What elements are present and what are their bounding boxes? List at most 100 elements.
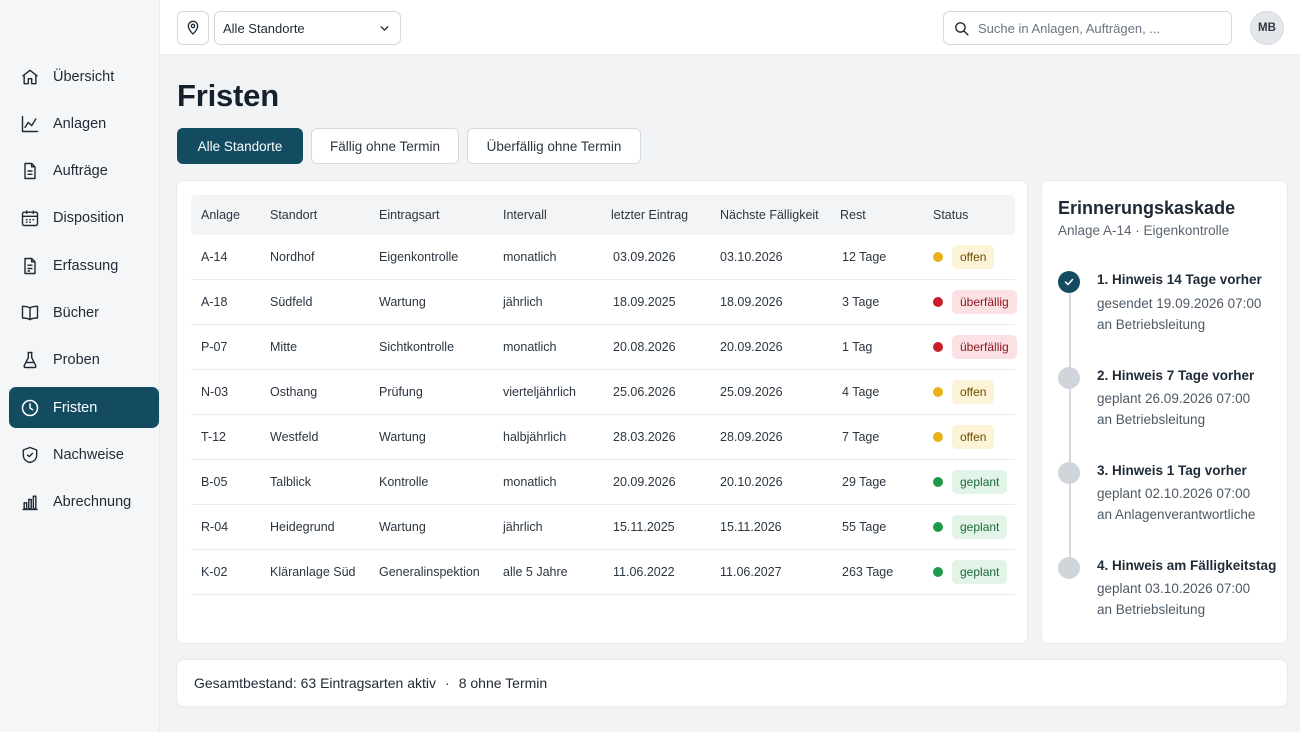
status-dot: [933, 432, 943, 442]
page-title: Fristen: [177, 78, 279, 113]
cell-rest: 7 Tage: [842, 430, 880, 444]
cell-anlage: R-04: [201, 520, 229, 534]
avatar[interactable]: MB: [1250, 11, 1284, 45]
sidebar-item-label: Aufträge: [53, 163, 108, 180]
sidebar-item-buecher[interactable]: Bücher: [9, 292, 159, 333]
sidebar-item-label: Anlagen: [53, 115, 107, 132]
sidebar-item-auftraege[interactable]: Aufträge: [9, 151, 159, 192]
column-header-standort[interactable]: Standort: [270, 195, 317, 235]
document-icon: [24, 162, 36, 180]
cell-intervall: monatlich: [503, 340, 557, 354]
panel-subtitle: Anlage A-14 · Eigenkontrolle: [1058, 223, 1230, 238]
cell-rest: 55 Tage: [842, 520, 887, 534]
status-label: offen: [952, 425, 995, 449]
location-select-value: Alle Standorte: [223, 20, 305, 36]
summary-footer: Gesamtbestand: 63 Eintragsarten aktiv · …: [176, 659, 1288, 707]
table-row[interactable]: A-18 Südfeld Wartung jährlich 18.09.2025…: [191, 280, 1017, 325]
tab-faellig-ohne-termin[interactable]: Fällig ohne Termin: [311, 128, 459, 164]
status-label: offen: [952, 380, 995, 404]
cell-intervall: vierteljährlich: [503, 385, 576, 399]
flask-icon: [23, 352, 37, 369]
cell-eintragsart: Prüfung: [379, 385, 423, 399]
cell-anlage: P-07: [201, 340, 228, 354]
step-title: 4. Hinweis am Fälligkeitstag: [1097, 558, 1277, 573]
sidebar-item-label: Übersicht: [53, 68, 115, 85]
cell-eintragsart: Wartung: [379, 295, 426, 309]
cell-letzter-eintrag: 11.06.2022: [613, 565, 675, 579]
sidebar-item-label: Abrechnung: [53, 494, 132, 511]
step-pending-marker: [1058, 367, 1080, 389]
column-header-intervall[interactable]: Intervall: [503, 195, 547, 235]
location-select[interactable]: Alle Standorte: [214, 11, 401, 45]
table-row[interactable]: B-05 Talblick Kontrolle monatlich 20.09.…: [191, 460, 1015, 505]
cell-intervall: monatlich: [503, 250, 557, 264]
chevron-down-icon: [380, 26, 389, 31]
cell-standort: Kläranlage Süd: [270, 565, 356, 579]
column-header-status[interactable]: Status: [933, 195, 968, 235]
step-pending-marker: [1058, 557, 1080, 579]
location-button[interactable]: [177, 11, 209, 45]
table-row[interactable]: A-14 Nordhof Eigenkontrolle monatlich 03…: [191, 235, 1015, 280]
cell-letzter-eintrag: 20.09.2026: [613, 475, 676, 489]
column-header-rest[interactable]: Rest: [840, 195, 866, 235]
step-detail: gesendet 19.09.2026 07:00: [1097, 296, 1262, 311]
cell-intervall: alle 5 Jahre: [503, 565, 568, 579]
step-title: 3. Hinweis 1 Tag vorher: [1097, 463, 1247, 478]
reminder-cascade-panel: Erinnerungskaskade Anlage A-14 · Eigenko…: [1041, 180, 1288, 644]
cell-naechste-faelligkeit: 25.09.2026: [720, 385, 783, 399]
status-label: geplant: [952, 515, 1008, 539]
tab-label: Fällig ohne Termin: [329, 138, 441, 154]
table-row[interactable]: K-02 Kläranlage Süd Generalinspektion al…: [191, 550, 1015, 595]
cell-eintragsart: Eigenkontrolle: [379, 250, 459, 264]
sidebar-item-erfassung[interactable]: Erfassung: [9, 245, 159, 286]
table-row[interactable]: P-07 Mitte Sichtkontrolle monatlich 20.0…: [191, 325, 1017, 370]
panel-title: Erinnerungskaskade: [1058, 198, 1236, 218]
cell-standort: Westfeld: [270, 430, 319, 444]
step-done-marker: [1058, 271, 1080, 293]
tab-alle-standorte[interactable]: Alle Standorte: [177, 128, 303, 164]
document-edit-icon: [24, 257, 36, 274]
search-box[interactable]: [943, 11, 1232, 45]
sidebar-nav: Übersicht Anlagen Aufträge Disposition E…: [9, 56, 159, 529]
cell-rest: 29 Tage: [842, 475, 887, 489]
status-dot: [933, 567, 943, 577]
status-dot: [933, 522, 943, 532]
sidebar-item-anlagen[interactable]: Anlagen: [9, 103, 159, 144]
sidebar-item-uebersicht[interactable]: Übersicht: [9, 56, 159, 97]
table-row[interactable]: R-04 Heidegrund Wartung jährlich 15.11.2…: [191, 505, 1015, 550]
column-header-anlage[interactable]: Anlage: [201, 195, 240, 235]
column-header-letzter-eintrag[interactable]: letzter Eintrag: [611, 195, 688, 235]
sidebar-item-nachweise[interactable]: Nachweise: [9, 434, 159, 475]
column-header-naechste-faelligkeit[interactable]: Nächste Fälligkeit: [720, 195, 819, 235]
status-badge: geplant: [933, 515, 1016, 539]
table-row[interactable]: T-12 Westfeld Wartung halbjährlich 28.03…: [191, 415, 1015, 460]
sidebar-item-proben[interactable]: Proben: [9, 340, 159, 381]
cell-rest: 1 Tag: [842, 340, 873, 354]
step-detail: geplant 03.10.2026 07:00: [1097, 581, 1251, 596]
sidebar-item-abrechnung[interactable]: Abrechnung: [9, 482, 159, 523]
tab-ueberfaellig-ohne-termin[interactable]: Überfällig ohne Termin: [467, 128, 641, 164]
column-header-eintragsart[interactable]: Eintragsart: [379, 195, 439, 235]
topbar: Alle Standorte MB: [160, 0, 1300, 55]
tab-label: Alle Standorte: [197, 138, 283, 154]
sidebar-item-fristen[interactable]: Fristen: [9, 387, 159, 429]
table-row[interactable]: N-03 Osthang Prüfung vierteljährlich 25.…: [191, 370, 1015, 415]
cell-anlage: A-14: [201, 250, 228, 264]
cell-anlage: A-18: [201, 295, 228, 309]
cell-letzter-eintrag: 20.08.2026: [613, 340, 676, 354]
step-pending-marker: [1058, 462, 1080, 484]
status-label: offen: [952, 245, 995, 269]
step-detail: geplant 02.10.2026 07:00: [1097, 486, 1251, 501]
status-label: überfällig: [952, 290, 1017, 314]
chart-line-icon: [21, 115, 39, 133]
search-input[interactable]: [978, 20, 1218, 36]
search-icon: [955, 21, 969, 36]
cell-anlage: N-03: [201, 385, 229, 399]
cell-standort: Talblick: [270, 475, 311, 489]
sidebar-item-disposition[interactable]: Disposition: [9, 198, 159, 239]
deadlines-table: Anlage Standort Eintragsart Intervall le…: [176, 180, 1028, 644]
cell-standort: Osthang: [270, 385, 318, 399]
cell-intervall: halbjährlich: [503, 430, 567, 444]
cell-letzter-eintrag: 15.11.2025: [613, 520, 675, 534]
status-dot: [933, 252, 943, 262]
